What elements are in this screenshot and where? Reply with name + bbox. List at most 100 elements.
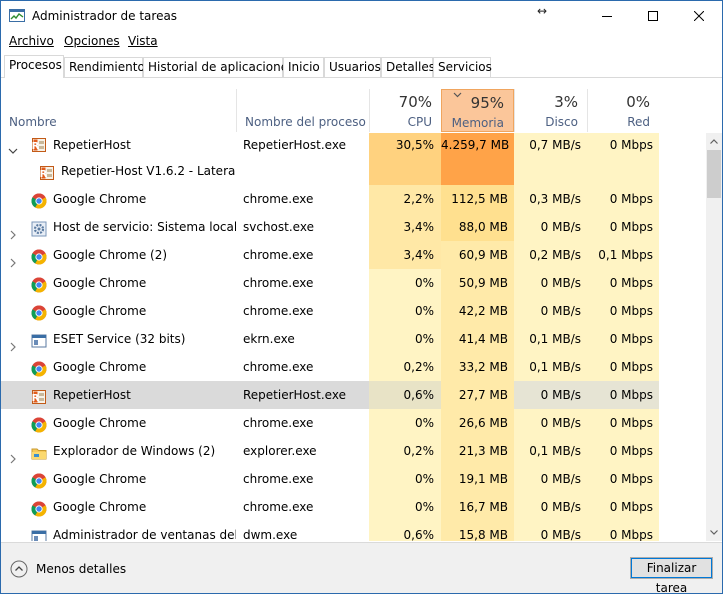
vertical-scrollbar[interactable] — [706, 133, 722, 541]
cpu-cell: 2,2% — [369, 185, 441, 213]
network-cell: 0 Mbps — [587, 521, 659, 541]
memory-cell: 16,7 MB — [441, 493, 514, 521]
process-row[interactable]: Google Chrome (2) chrome.exe 3,4% 60,9 MB 0,… — [1, 241, 706, 269]
process-row[interactable]: R RepetierHost RepetierHost.exe 30,5% 4.259,… — [1, 133, 706, 157]
minimize-button[interactable] — [584, 1, 630, 31]
column-header: Nombre Nombre del proceso 70% CPU 95% Me… — [1, 89, 706, 132]
chevron-right-icon[interactable] — [8, 250, 18, 268]
disk-cell: 0 MB/s — [514, 521, 587, 541]
process-row[interactable]: R RepetierHost RepetierHost.exe 0,6% 27,7 MB… — [1, 381, 706, 409]
memory-cell: 50,9 MB — [441, 269, 514, 297]
chrome-icon — [31, 359, 47, 377]
tab-historial[interactable]: Historial de aplicaciones — [143, 57, 294, 77]
disk-cell: 0,7 MB/s — [514, 133, 587, 157]
column-disco[interactable]: 3% Disco — [514, 89, 587, 132]
child-process-row[interactable]: R Repetier-Host V1.6.2 - Lateral_... — [1, 157, 706, 185]
process-name: Google Chrome — [53, 304, 147, 318]
tab-servicios[interactable]: Servicios — [433, 57, 492, 77]
process-exe-cell: chrome.exe — [243, 248, 314, 262]
svg-text:R: R — [32, 393, 40, 404]
less-details-link[interactable]: Menos detalles — [36, 562, 126, 576]
process-row[interactable]: Google Chrome chrome.exe 0,2% 33,2 MB 0,1 MB… — [1, 353, 706, 381]
network-cell: 0 Mbps — [587, 409, 659, 437]
tab-rendimiento[interactable]: Rendimiento — [64, 57, 145, 77]
disk-cell: 0 MB/s — [514, 381, 587, 409]
menu-vista[interactable]: Vista — [128, 34, 158, 48]
process-name: Host de servicio: Sistema local (... — [53, 220, 236, 234]
repetier-icon: R — [31, 387, 47, 404]
title-bar[interactable]: Administrador de tareas ↔ — [1, 1, 722, 31]
process-name-cell: Google Chrome — [1, 185, 236, 213]
network-cell: 0 Mbps — [587, 185, 659, 213]
task-manager-window: Administrador de tareas ↔ Archivo Opcion… — [0, 0, 723, 594]
process-row[interactable]: Host de servicio: Sistema local (... svch… — [1, 213, 706, 241]
process-name-cell: ESET Service (32 bits) — [1, 325, 236, 353]
process-name-cell: Google Chrome — [1, 353, 236, 381]
process-name-cell: Google Chrome (2) — [1, 241, 236, 269]
process-row[interactable]: Google Chrome chrome.exe 2,2% 112,5 MB 0,3 M… — [1, 185, 706, 213]
process-row[interactable]: Google Chrome chrome.exe 0% 50,9 MB 0 MB/s 0 … — [1, 269, 706, 297]
process-name-cell: R RepetierHost — [1, 133, 236, 157]
maximize-icon — [648, 11, 658, 21]
process-name-cell: Google Chrome — [1, 409, 236, 437]
cpu-cell: 0,6% — [369, 381, 441, 409]
tab-inicio[interactable]: Inicio — [283, 57, 324, 77]
process-name: Google Chrome — [53, 192, 147, 206]
tab-detalles[interactable]: Detalles — [381, 57, 435, 77]
chevron-right-icon[interactable] — [8, 334, 18, 352]
chevron-right-icon[interactable] — [8, 446, 18, 464]
cpu-cell: 0,6% — [369, 521, 441, 541]
process-exe-cell: chrome.exe — [243, 472, 314, 486]
sort-chevron-down-icon — [453, 92, 462, 98]
chevron-up-circle-icon[interactable] — [10, 560, 28, 578]
column-nombre-proceso[interactable]: Nombre del proceso — [236, 89, 369, 132]
network-cell: 0 Mbps — [587, 437, 659, 465]
repetier-icon: R — [39, 163, 55, 180]
cpu-cell: 0% — [369, 325, 441, 353]
disk-cell: 0 MB/s — [514, 213, 587, 241]
process-row[interactable]: Google Chrome chrome.exe 0% 26,6 MB 0 MB/s 0 … — [1, 409, 706, 437]
memory-cell: 26,6 MB — [441, 409, 514, 437]
maximize-button[interactable] — [630, 1, 676, 31]
process-exe-cell: chrome.exe — [243, 192, 314, 206]
memory-cell: 19,1 MB — [441, 465, 514, 493]
tab-usuarios[interactable]: Usuarios — [324, 57, 381, 77]
disk-cell — [514, 157, 587, 185]
process-row[interactable]: ESET Service (32 bits) ekrn.exe 0% 41,4 MB 0… — [1, 325, 706, 353]
cpu-cell: 3,4% — [369, 213, 441, 241]
memory-cell: 33,2 MB — [441, 353, 514, 381]
process-name: Google Chrome — [53, 360, 147, 374]
column-nombre[interactable]: Nombre — [1, 89, 236, 132]
tab-procesos[interactable]: Procesos — [4, 55, 64, 78]
scroll-thumb[interactable] — [707, 150, 721, 198]
process-row[interactable]: Google Chrome chrome.exe 0% 16,7 MB 0 MB/s 0 … — [1, 493, 706, 521]
process-name: RepetierHost — [53, 138, 131, 152]
process-exe-cell: svchost.exe — [243, 220, 314, 234]
chevron-right-icon[interactable] — [8, 222, 18, 240]
network-cell: 0 Mbps — [587, 133, 659, 157]
network-cell: 0 Mbps — [587, 493, 659, 521]
column-red[interactable]: 0% Red — [587, 89, 659, 132]
column-cpu[interactable]: 70% CPU — [369, 89, 441, 132]
process-name: Google Chrome (2) — [53, 248, 168, 262]
memory-cell: 4.259,7 MB — [441, 133, 514, 157]
process-name-cell: Google Chrome — [1, 465, 236, 493]
process-row[interactable]: Google Chrome chrome.exe 0% 42,2 MB 0 MB/s 0 … — [1, 297, 706, 325]
menu-opciones[interactable]: Opciones — [64, 34, 120, 48]
cpu-cell: 3,4% — [369, 241, 441, 269]
close-button[interactable] — [676, 1, 722, 31]
column-memoria[interactable]: 95% Memoria — [441, 89, 514, 132]
process-row[interactable]: Explorador de Windows (2) explorer.exe 0,2… — [1, 437, 706, 465]
process-exe-cell: RepetierHost.exe — [243, 138, 346, 152]
network-cell: 0 Mbps — [587, 269, 659, 297]
end-task-button[interactable]: Finalizar tarea — [630, 557, 713, 593]
scroll-up-button[interactable] — [706, 133, 722, 150]
process-row[interactable]: Administrador de ventanas del ... dwm.exe… — [1, 521, 706, 541]
disk-cell: 0,1 MB/s — [514, 353, 587, 381]
scroll-down-button[interactable] — [706, 524, 722, 541]
process-row[interactable]: Google Chrome chrome.exe 0% 19,1 MB 0 MB/s 0 … — [1, 465, 706, 493]
menu-archivo[interactable]: Archivo — [9, 34, 54, 48]
process-exe-cell: dwm.exe — [243, 528, 298, 541]
network-cell: 0 Mbps — [587, 465, 659, 493]
chevron-down-icon[interactable] — [8, 140, 18, 154]
